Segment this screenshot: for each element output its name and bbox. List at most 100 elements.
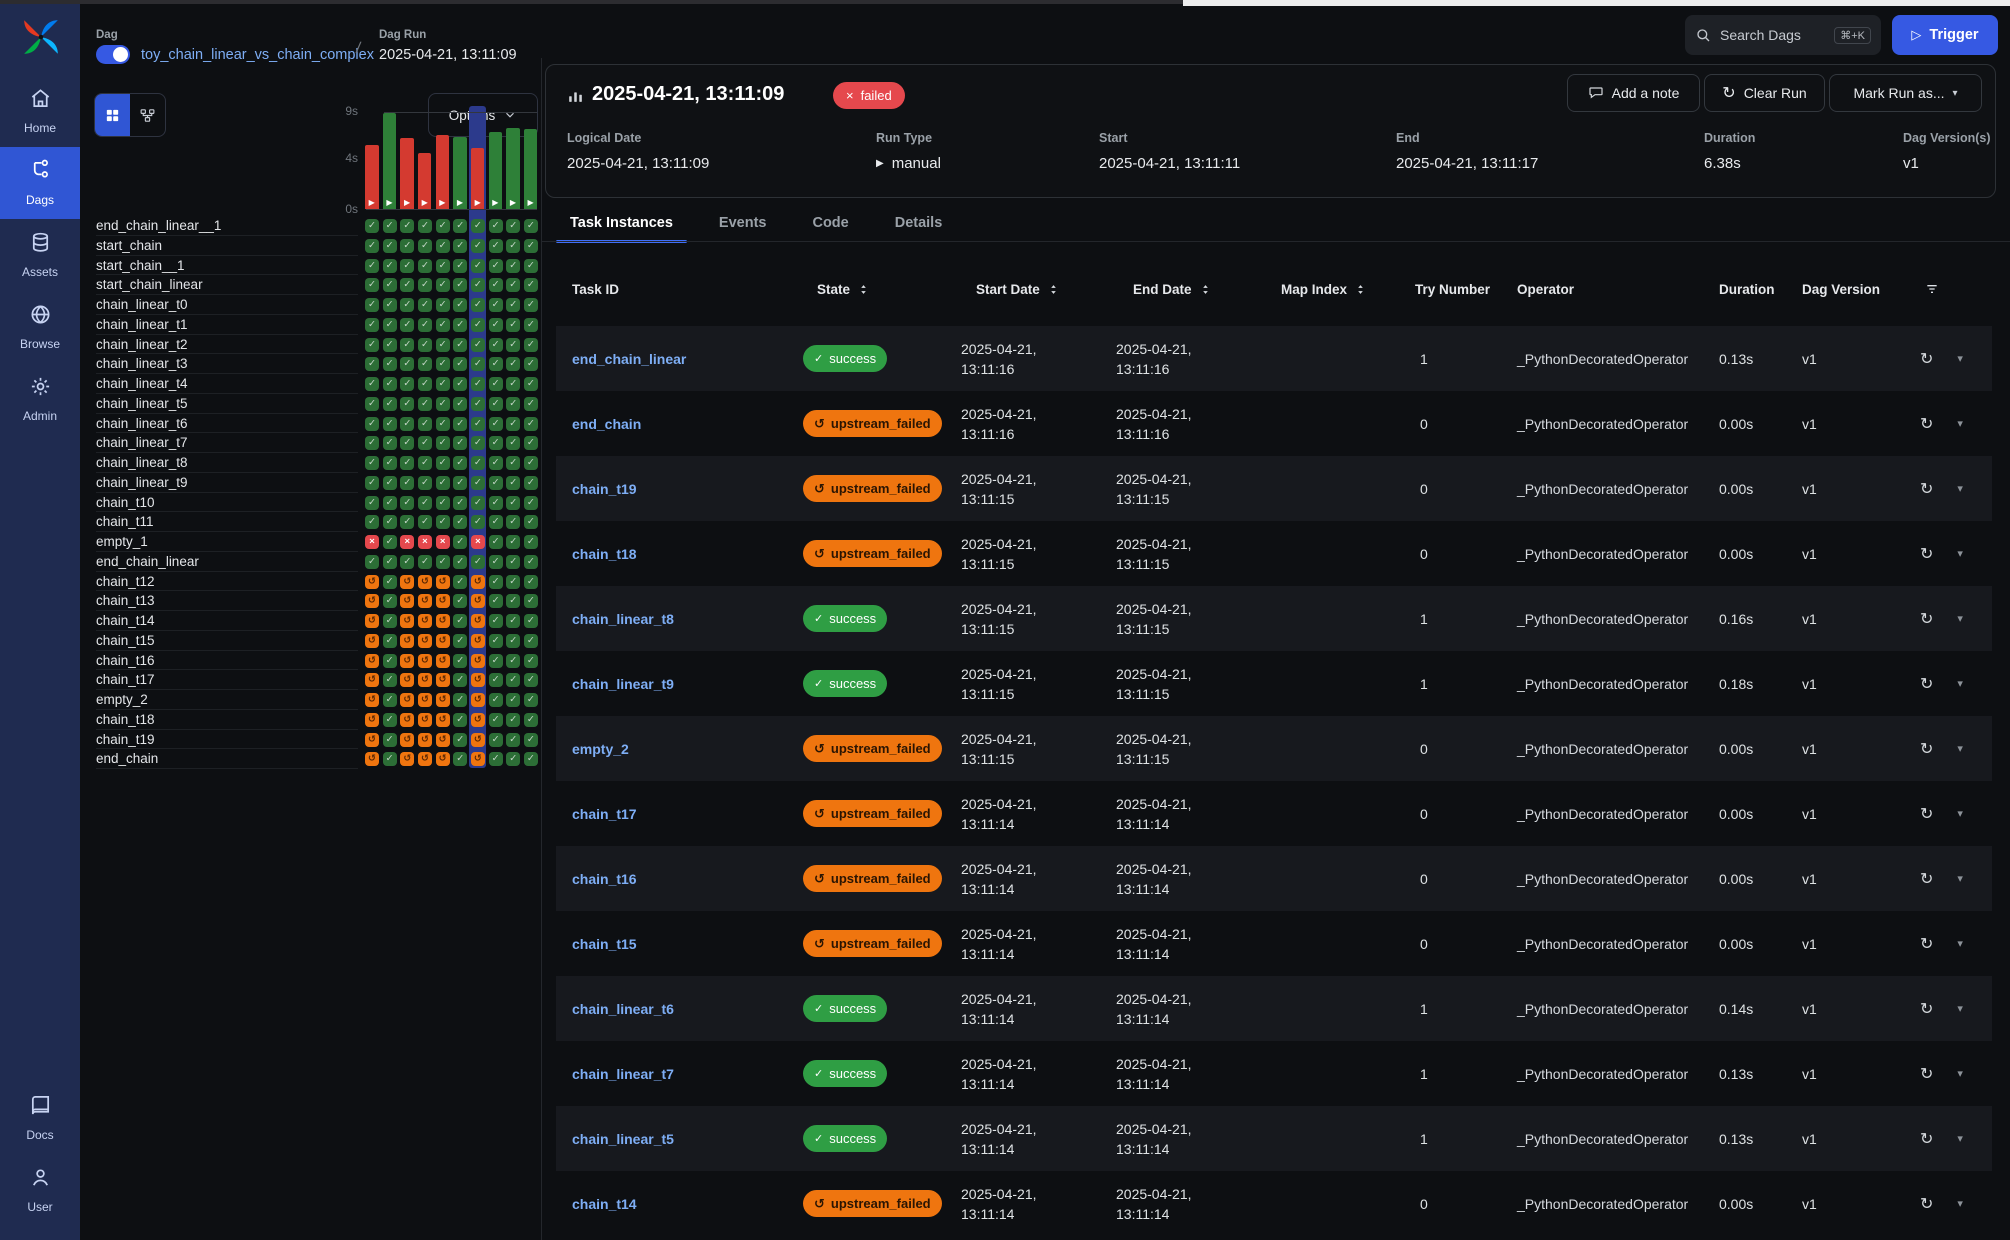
task-instance-square-success[interactable]: ✓ xyxy=(489,496,503,510)
task-instance-square-success[interactable]: ✓ xyxy=(524,456,538,470)
grid-task-label[interactable]: chain_linear_t1 xyxy=(96,315,358,335)
task-instance-square-upstream_failed[interactable]: ↺ xyxy=(400,575,414,589)
task-instance-square-success[interactable]: ✓ xyxy=(471,318,485,332)
grid-task-label[interactable]: start_chain xyxy=(96,236,358,256)
task-id-link[interactable]: chain_linear_t9 xyxy=(556,676,790,692)
task-instance-square-success[interactable]: ✓ xyxy=(418,515,432,529)
run-bar-3-failed[interactable]: ▶ xyxy=(400,138,414,209)
task-instance-square-success[interactable]: ✓ xyxy=(453,594,467,608)
task-instance-square-upstream_failed[interactable]: ↺ xyxy=(365,654,379,668)
row-caret-icon[interactable]: ▾ xyxy=(1957,937,1963,950)
task-instance-square-success[interactable]: ✓ xyxy=(436,476,450,490)
task-id-link[interactable]: chain_t15 xyxy=(556,936,790,952)
task-instance-square-success[interactable]: ✓ xyxy=(489,752,503,766)
task-instance-square-success[interactable]: ✓ xyxy=(383,693,397,707)
task-instance-square-success[interactable]: ✓ xyxy=(506,417,520,431)
task-instance-square-success[interactable]: ✓ xyxy=(436,278,450,292)
task-id-link[interactable]: chain_linear_t6 xyxy=(556,1001,790,1017)
task-instance-square-success[interactable]: ✓ xyxy=(400,436,414,450)
row-caret-icon[interactable]: ▾ xyxy=(1957,352,1963,365)
task-instance-square-success[interactable]: ✓ xyxy=(506,377,520,391)
task-instance-square-success[interactable]: ✓ xyxy=(524,278,538,292)
task-id-link[interactable]: chain_linear_t7 xyxy=(556,1066,790,1082)
task-id-link[interactable]: chain_linear_t8 xyxy=(556,611,790,627)
grid-task-label[interactable]: chain_t18 xyxy=(96,710,358,730)
run-bar-6-success[interactable]: ▶ xyxy=(453,137,467,209)
task-instance-square-upstream_failed[interactable]: ↺ xyxy=(418,634,432,648)
task-instance-square-success[interactable]: ✓ xyxy=(383,575,397,589)
task-instance-square-success[interactable]: ✓ xyxy=(400,318,414,332)
task-instance-square-success[interactable]: ✓ xyxy=(489,298,503,312)
task-instance-square-success[interactable]: ✓ xyxy=(436,417,450,431)
task-instance-square-upstream_failed[interactable]: ↺ xyxy=(400,594,414,608)
task-instance-square-success[interactable]: ✓ xyxy=(489,338,503,352)
task-instance-square-success[interactable]: ✓ xyxy=(436,496,450,510)
task-instance-square-success[interactable]: ✓ xyxy=(383,555,397,569)
run-bar-5-failed[interactable]: ▶ xyxy=(436,135,450,209)
task-instance-square-success[interactable]: ✓ xyxy=(524,575,538,589)
task-instance-square-success[interactable]: ✓ xyxy=(418,476,432,490)
task-instance-square-success[interactable]: ✓ xyxy=(365,298,379,312)
task-instance-square-upstream_failed[interactable]: ↺ xyxy=(400,693,414,707)
task-instance-square-upstream_failed[interactable]: ↺ xyxy=(436,752,450,766)
task-instance-square-success[interactable]: ✓ xyxy=(489,357,503,371)
task-instance-square-success[interactable]: ✓ xyxy=(383,239,397,253)
task-instance-square-success[interactable]: ✓ xyxy=(383,673,397,687)
task-instance-square-success[interactable]: ✓ xyxy=(524,417,538,431)
task-instance-square-upstream_failed[interactable]: ↺ xyxy=(471,575,485,589)
task-instance-square-success[interactable]: ✓ xyxy=(383,417,397,431)
task-instance-square-success[interactable]: ✓ xyxy=(400,219,414,233)
task-instance-square-success[interactable]: ✓ xyxy=(453,298,467,312)
task-instance-square-success[interactable]: ✓ xyxy=(418,298,432,312)
grid-task-label[interactable]: end_chain_linear xyxy=(96,552,358,572)
task-instance-square-success[interactable]: ✓ xyxy=(506,733,520,747)
task-instance-square-success[interactable]: ✓ xyxy=(365,357,379,371)
sidebar-item-assets[interactable]: Assets xyxy=(0,219,80,291)
task-instance-square-upstream_failed[interactable]: ↺ xyxy=(471,594,485,608)
task-instance-square-success[interactable]: ✓ xyxy=(471,456,485,470)
task-instance-square-failed[interactable]: × xyxy=(365,535,379,549)
task-instance-square-success[interactable]: ✓ xyxy=(436,239,450,253)
row-caret-icon[interactable]: ▾ xyxy=(1957,677,1963,690)
clear-task-icon[interactable]: ↻ xyxy=(1920,1129,1933,1149)
task-instance-square-success[interactable]: ✓ xyxy=(524,594,538,608)
task-instance-square-upstream_failed[interactable]: ↺ xyxy=(418,614,432,628)
task-instance-square-success[interactable]: ✓ xyxy=(506,298,520,312)
task-instance-square-success[interactable]: ✓ xyxy=(400,377,414,391)
task-instance-square-success[interactable]: ✓ xyxy=(524,654,538,668)
task-instance-square-success[interactable]: ✓ xyxy=(418,397,432,411)
task-instance-square-success[interactable]: ✓ xyxy=(418,417,432,431)
task-instance-square-upstream_failed[interactable]: ↺ xyxy=(471,654,485,668)
task-instance-square-success[interactable]: ✓ xyxy=(383,456,397,470)
task-instance-square-success[interactable]: ✓ xyxy=(436,318,450,332)
grid-task-label[interactable]: start_chain_linear xyxy=(96,275,358,295)
task-instance-square-success[interactable]: ✓ xyxy=(418,338,432,352)
task-instance-square-success[interactable]: ✓ xyxy=(506,436,520,450)
task-instance-square-success[interactable]: ✓ xyxy=(365,318,379,332)
task-instance-square-upstream_failed[interactable]: ↺ xyxy=(436,713,450,727)
task-instance-square-success[interactable]: ✓ xyxy=(418,496,432,510)
task-id-link[interactable]: chain_t19 xyxy=(556,481,790,497)
grid-task-label[interactable]: chain_linear_t7 xyxy=(96,433,358,453)
clear-task-icon[interactable]: ↻ xyxy=(1920,1064,1933,1084)
grid-task-label[interactable]: chain_linear_t2 xyxy=(96,335,358,355)
task-instance-square-success[interactable]: ✓ xyxy=(383,357,397,371)
graph-view-button[interactable] xyxy=(130,94,165,136)
task-instance-square-success[interactable]: ✓ xyxy=(383,318,397,332)
task-instance-square-success[interactable]: ✓ xyxy=(400,239,414,253)
task-instance-square-success[interactable]: ✓ xyxy=(383,594,397,608)
grid-task-label[interactable]: chain_t14 xyxy=(96,611,358,631)
task-id-link[interactable]: chain_t18 xyxy=(556,546,790,562)
task-instance-square-upstream_failed[interactable]: ↺ xyxy=(471,752,485,766)
tab-task-instances[interactable]: Task Instances xyxy=(556,204,687,242)
task-instance-square-upstream_failed[interactable]: ↺ xyxy=(471,713,485,727)
task-instance-square-success[interactable]: ✓ xyxy=(453,752,467,766)
task-instance-square-success[interactable]: ✓ xyxy=(524,298,538,312)
task-instance-square-success[interactable]: ✓ xyxy=(436,357,450,371)
task-instance-square-success[interactable]: ✓ xyxy=(524,634,538,648)
task-instance-square-success[interactable]: ✓ xyxy=(506,456,520,470)
task-instance-square-success[interactable]: ✓ xyxy=(506,239,520,253)
task-instance-square-success[interactable]: ✓ xyxy=(506,555,520,569)
clear-task-icon[interactable]: ↻ xyxy=(1920,999,1933,1019)
grid-task-label[interactable]: chain_linear_t0 xyxy=(96,295,358,315)
